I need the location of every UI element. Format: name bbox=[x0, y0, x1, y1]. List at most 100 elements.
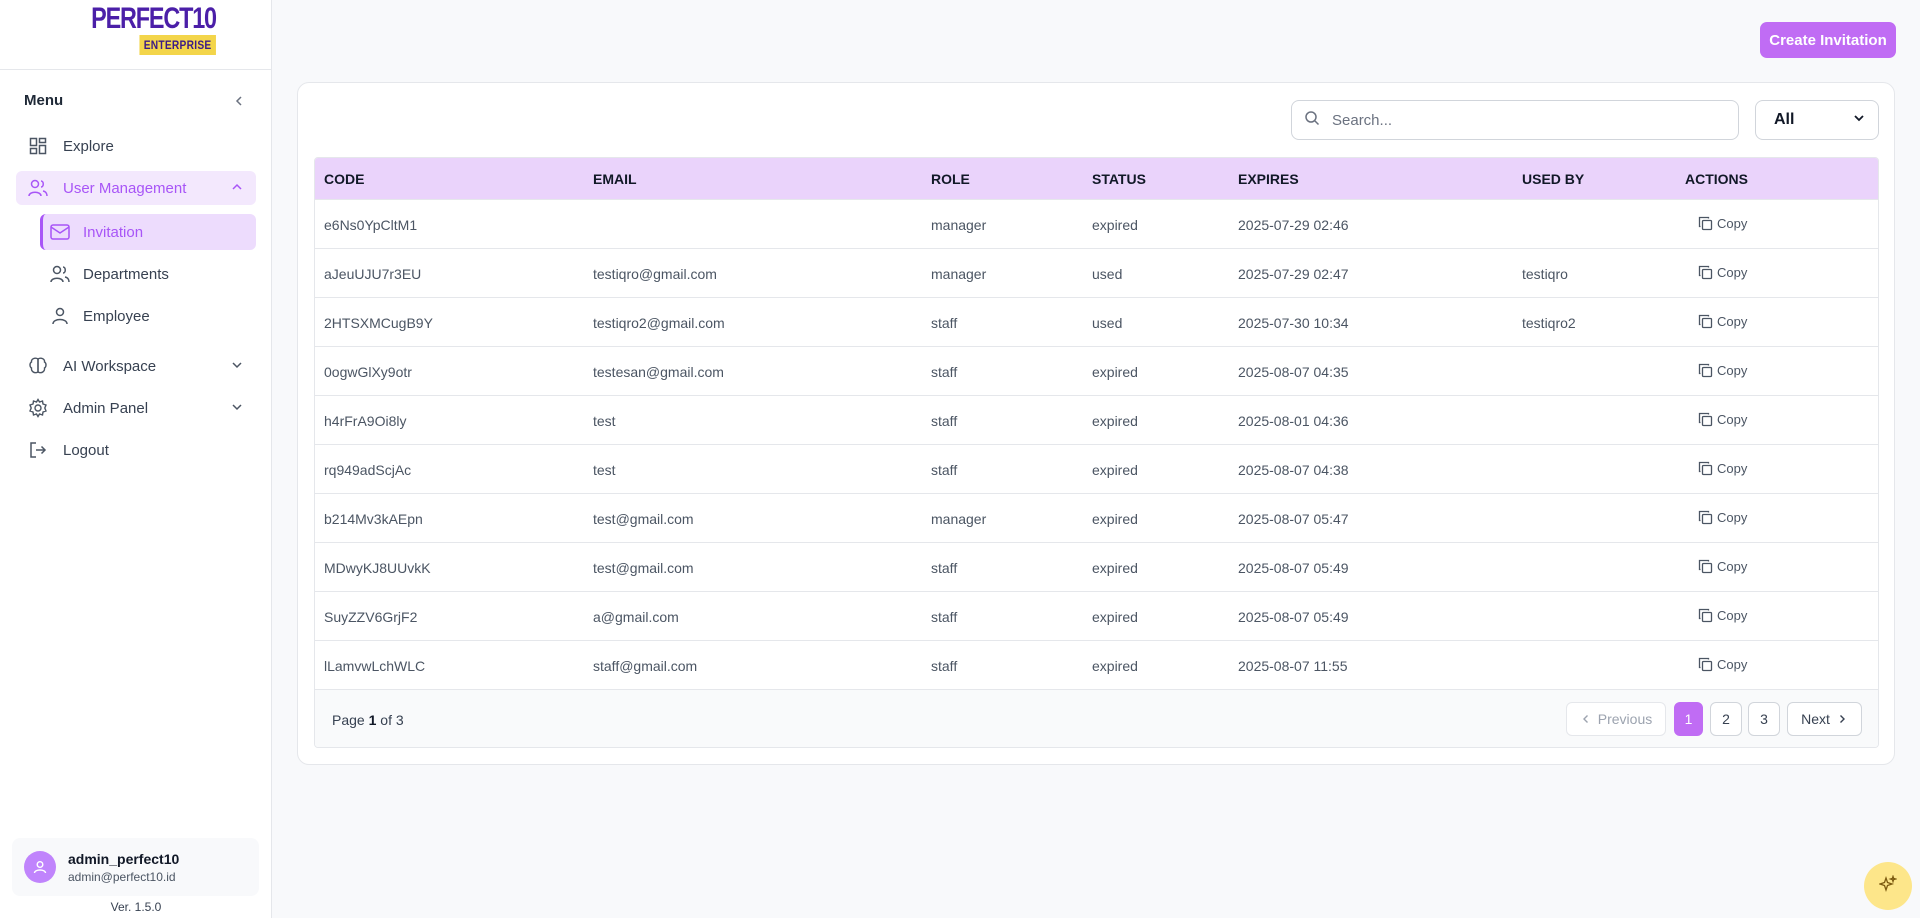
copy-label: Copy bbox=[1717, 608, 1748, 623]
cell-expires: 2025-08-07 05:49 bbox=[1238, 560, 1349, 576]
sidebar-item-ai-workspace[interactable]: AI Workspace bbox=[16, 349, 256, 383]
table-row: SuyZZV6GrjF2 a@gmail.com staff expired 2025-… bbox=[315, 591, 1878, 640]
menu-header: Menu bbox=[24, 92, 247, 109]
search-input[interactable] bbox=[1332, 111, 1712, 129]
cell-email: staff@gmail.com bbox=[593, 658, 698, 674]
cell-email: testiqro2@gmail.com bbox=[593, 315, 725, 331]
copy-label: Copy bbox=[1717, 412, 1748, 427]
current-page: 1 bbox=[368, 712, 377, 728]
cell-expires: 2025-08-01 04:36 bbox=[1238, 413, 1349, 429]
column-header-code[interactable]: CODE bbox=[324, 171, 364, 187]
cell-email: test bbox=[593, 413, 616, 429]
collapse-sidebar-icon[interactable] bbox=[231, 93, 247, 109]
sidebar-subitem-departments[interactable]: Departments bbox=[40, 256, 256, 292]
cell-status: used bbox=[1092, 266, 1123, 282]
cell-status: expired bbox=[1092, 658, 1138, 674]
copy-button[interactable]: Copy bbox=[1698, 608, 1747, 623]
logout-icon bbox=[28, 440, 48, 460]
sidebar-item-label: User Management bbox=[63, 179, 187, 197]
copy-icon bbox=[1698, 559, 1713, 574]
ai-assistant-button[interactable] bbox=[1864, 862, 1912, 910]
cell-role: manager bbox=[931, 217, 987, 233]
cell-expires: 2025-07-30 10:34 bbox=[1238, 315, 1349, 331]
copy-label: Copy bbox=[1717, 363, 1748, 378]
logo-area: PERFECT10 ENTERPRISE bbox=[0, 0, 271, 70]
chevron-right-icon bbox=[1839, 715, 1845, 723]
create-invitation-button[interactable]: Create Invitation bbox=[1760, 22, 1896, 58]
cell-code: SuyZZV6GrjF2 bbox=[324, 609, 418, 625]
copy-button[interactable]: Copy bbox=[1698, 216, 1747, 231]
copy-icon bbox=[1698, 363, 1713, 378]
chevron-down-icon bbox=[230, 400, 244, 418]
column-header-actions: ACTIONS bbox=[1685, 171, 1748, 187]
cell-expires: 2025-08-07 05:49 bbox=[1238, 609, 1349, 625]
copy-button[interactable]: Copy bbox=[1698, 657, 1747, 672]
grid-icon bbox=[28, 136, 48, 156]
sidebar-subitem-label: Departments bbox=[83, 265, 169, 283]
brand-logo[interactable]: PERFECT10 ENTERPRISE bbox=[56, 4, 217, 55]
cell-expires: 2025-08-07 04:38 bbox=[1238, 462, 1349, 478]
column-header-email[interactable]: EMAIL bbox=[593, 171, 637, 187]
menu-label: Menu bbox=[24, 92, 64, 109]
user-name: admin_perfect10 bbox=[68, 850, 180, 867]
previous-page-button[interactable]: Previous bbox=[1566, 702, 1666, 736]
next-label: Next bbox=[1801, 711, 1830, 727]
cell-expires: 2025-08-07 11:55 bbox=[1238, 658, 1348, 674]
of-word: of bbox=[380, 712, 392, 728]
cell-status: expired bbox=[1092, 609, 1138, 625]
copy-label: Copy bbox=[1717, 461, 1748, 476]
sidebar-item-admin-panel[interactable]: Admin Panel bbox=[16, 391, 256, 425]
copy-button[interactable]: Copy bbox=[1698, 461, 1747, 476]
brand-sub: ENTERPRISE bbox=[139, 35, 216, 55]
copy-button[interactable]: Copy bbox=[1698, 363, 1747, 378]
column-header-used-by[interactable]: USED BY bbox=[1522, 171, 1584, 187]
copy-button[interactable]: Copy bbox=[1698, 510, 1747, 525]
page-button-3[interactable]: 3 bbox=[1748, 702, 1780, 736]
page-button-1[interactable]: 1 bbox=[1674, 702, 1703, 736]
cell-expires: 2025-08-07 05:47 bbox=[1238, 511, 1349, 527]
cell-status: expired bbox=[1092, 511, 1138, 527]
copy-button[interactable]: Copy bbox=[1698, 412, 1747, 427]
sidebar-item-label: Logout bbox=[63, 441, 109, 459]
column-header-status[interactable]: STATUS bbox=[1092, 171, 1146, 187]
cell-email: test@gmail.com bbox=[593, 511, 694, 527]
sidebar-item-user-management[interactable]: User Management bbox=[16, 171, 256, 205]
user-profile-card[interactable]: admin_perfect10 admin@perfect10.id bbox=[12, 838, 259, 896]
search-box bbox=[1291, 100, 1739, 140]
sidebar-item-explore[interactable]: Explore bbox=[16, 129, 256, 163]
chevron-down-icon bbox=[1852, 111, 1866, 130]
mail-icon bbox=[50, 222, 70, 242]
sidebar-subitem-label: Employee bbox=[83, 307, 150, 325]
column-header-role[interactable]: ROLE bbox=[931, 171, 970, 187]
table-row: 2HTSXMCugB9Y testiqro2@gmail.com staff used… bbox=[315, 297, 1878, 346]
page-indicator: Page 1 of 3 bbox=[332, 712, 404, 728]
copy-label: Copy bbox=[1717, 657, 1748, 672]
sidebar-item-label: Explore bbox=[63, 137, 114, 155]
cell-role: manager bbox=[931, 266, 987, 282]
status-filter-select[interactable]: All bbox=[1755, 100, 1879, 140]
sidebar-subitem-label: Invitation bbox=[83, 223, 144, 241]
cell-code: e6Ns0YpCltM1 bbox=[324, 217, 418, 233]
copy-icon bbox=[1698, 608, 1713, 623]
column-header-expires[interactable]: EXPIRES bbox=[1238, 171, 1299, 187]
page-button-2[interactable]: 2 bbox=[1710, 702, 1742, 736]
users-icon bbox=[50, 264, 70, 284]
app-version: Ver. 1.5.0 bbox=[110, 900, 162, 914]
copy-button[interactable]: Copy bbox=[1698, 265, 1747, 280]
search-icon bbox=[1304, 110, 1320, 131]
cell-expires: 2025-08-07 04:35 bbox=[1238, 364, 1349, 380]
copy-icon bbox=[1698, 314, 1713, 329]
sidebar-subitem-employee[interactable]: Employee bbox=[40, 298, 256, 334]
cell-code: aJeuUJU7r3EU bbox=[324, 266, 422, 282]
cell-role: staff bbox=[931, 413, 958, 429]
sidebar-item-logout[interactable]: Logout bbox=[16, 433, 256, 467]
cell-role: staff bbox=[931, 609, 958, 625]
next-page-button[interactable]: Next bbox=[1787, 702, 1862, 736]
copy-button[interactable]: Copy bbox=[1698, 559, 1747, 574]
copy-button[interactable]: Copy bbox=[1698, 314, 1747, 329]
cell-email: a@gmail.com bbox=[593, 609, 679, 625]
sidebar-subitem-invitation[interactable]: Invitation bbox=[40, 214, 256, 250]
copy-label: Copy bbox=[1717, 265, 1748, 280]
cell-role: staff bbox=[931, 364, 958, 380]
avatar bbox=[24, 851, 56, 883]
